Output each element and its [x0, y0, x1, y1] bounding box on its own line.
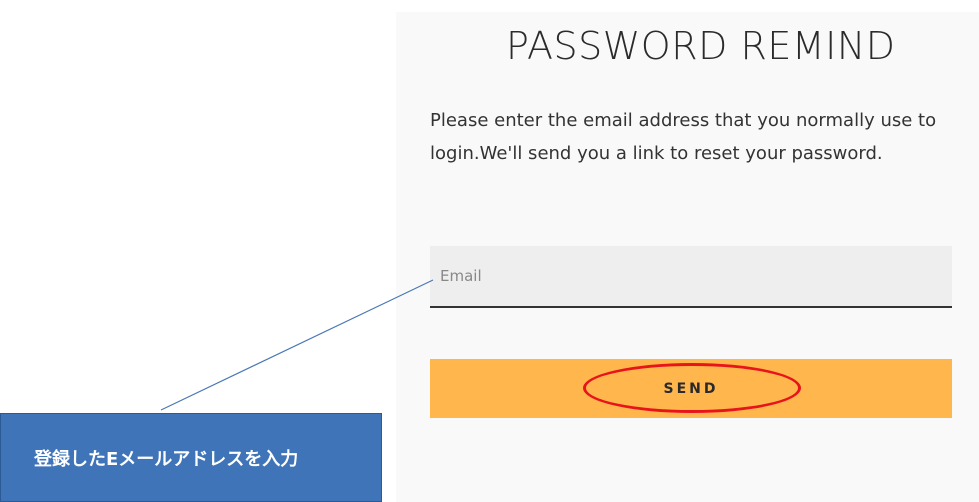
page-title: PASSWORD REMIND: [506, 24, 896, 68]
email-field[interactable]: [430, 246, 952, 308]
annotation-callout-text: 登録したEメールアドレスを入力: [34, 448, 299, 470]
annotation-callout: 登録したEメールアドレスを入力: [0, 413, 382, 502]
send-button[interactable]: SEND: [430, 359, 952, 418]
instruction-text: Please enter the email address that you …: [430, 110, 937, 164]
